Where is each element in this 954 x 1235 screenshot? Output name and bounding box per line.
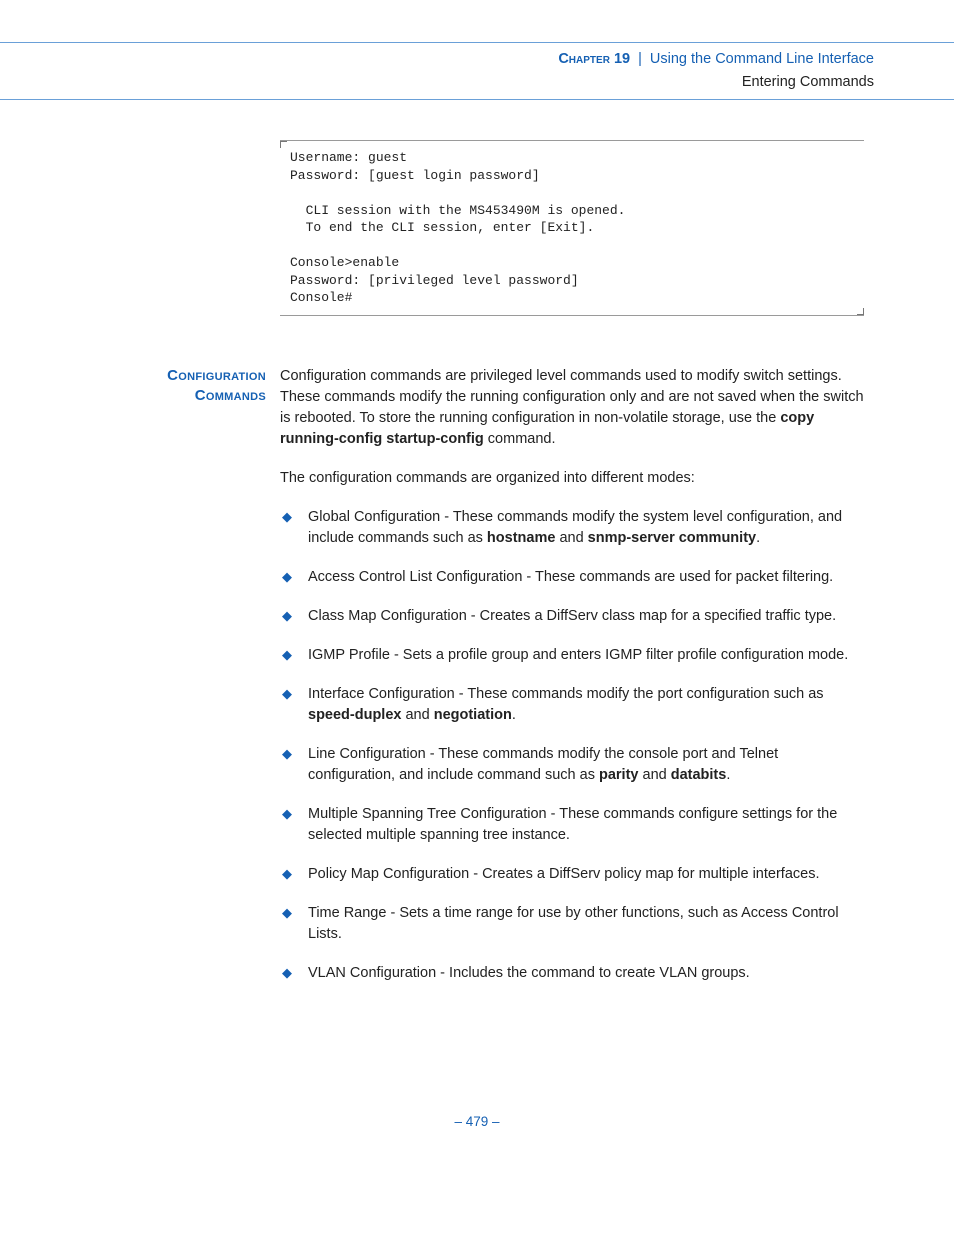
page-header: Chapter 19 | Using the Command Line Inte… (0, 42, 954, 100)
list-item: Class Map Configuration - Creates a Diff… (280, 606, 864, 627)
list-item: VLAN Configuration - Includes the comman… (280, 963, 864, 984)
config-modes-list: Global Configuration - These commands mo… (280, 507, 864, 984)
p1-pre: Configuration commands are privileged le… (280, 368, 864, 426)
cli-session-code-block: Username: guest Password: [guest login p… (280, 140, 864, 316)
page-number: – 479 – (454, 1114, 499, 1129)
list-item: Global Configuration - These commands mo… (280, 507, 864, 549)
p1-post: command. (484, 431, 556, 447)
page-footer: – 479 – (90, 1112, 864, 1132)
section-side-heading: Configuration Commands (90, 366, 280, 1002)
list-item: Interface Configuration - These commands… (280, 684, 864, 726)
section-content: Configuration commands are privileged le… (280, 366, 864, 1002)
breadcrumb-divider: | (638, 51, 642, 67)
intro-paragraph-2: The configuration commands are organized… (280, 468, 864, 489)
top-whitespace (0, 0, 954, 42)
list-item: Policy Map Configuration - Creates a Dif… (280, 864, 864, 885)
list-item: Access Control List Configuration - Thes… (280, 567, 864, 588)
page-body: Username: guest Password: [guest login p… (0, 100, 954, 1172)
list-item: IGMP Profile - Sets a profile group and … (280, 645, 864, 666)
list-item: Line Configuration - These commands modi… (280, 744, 864, 786)
list-item: Time Range - Sets a time range for use b… (280, 903, 864, 945)
side-heading-line1: Configuration (167, 367, 266, 384)
chapter-number: Chapter 19 (558, 51, 630, 67)
section-title: Entering Commands (0, 72, 874, 93)
side-heading-line2: Commands (195, 387, 266, 404)
header-breadcrumb: Chapter 19 | Using the Command Line Inte… (0, 49, 874, 70)
list-item: Multiple Spanning Tree Configuration - T… (280, 804, 864, 846)
intro-paragraph-1: Configuration commands are privileged le… (280, 366, 864, 450)
chapter-title: Using the Command Line Interface (650, 51, 874, 67)
configuration-commands-section: Configuration Commands Configuration com… (90, 366, 864, 1002)
